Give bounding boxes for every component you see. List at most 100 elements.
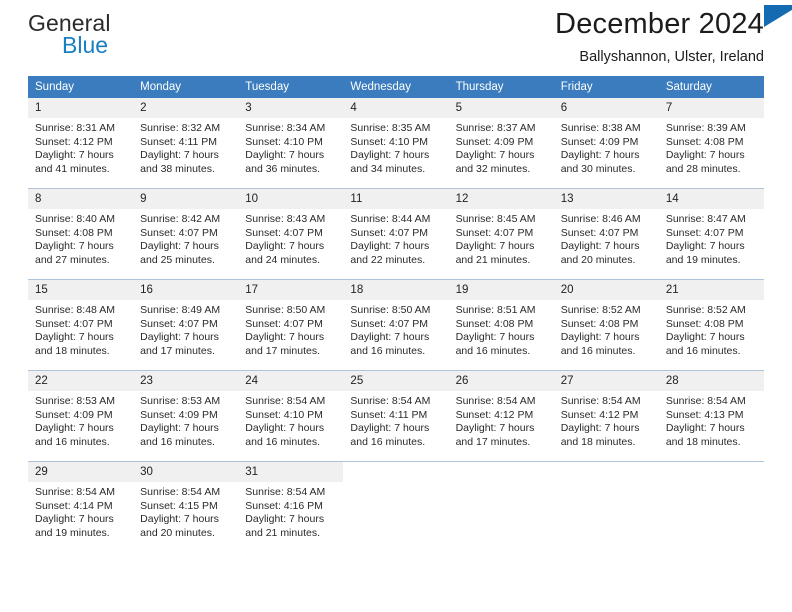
daylight-text-line1: Daylight: 7 hours <box>35 331 114 344</box>
day-details: Sunrise: 8:53 AM Sunset: 4:09 PM Daylight:… <box>133 391 238 449</box>
calendar-day-cell[interactable]: 31 Sunrise: 8:54 AM Sunset: 4:16 PM Dayligh… <box>238 461 344 552</box>
day-number: 22 <box>28 371 134 391</box>
calendar-day-cell[interactable]: 3 Sunrise: 8:34 AM Sunset: 4:10 PM Daylight… <box>238 98 344 189</box>
calendar-day-cell[interactable]: 19 Sunrise: 8:51 AM Sunset: 4:08 PM Dayligh… <box>448 279 554 371</box>
daylight-text-line1: Daylight: 7 hours <box>140 149 219 162</box>
sunset-text: Sunset: 4:12 PM <box>455 408 534 421</box>
day-number: 26 <box>448 371 554 391</box>
calendar-day-cell[interactable]: 13 Sunrise: 8:46 AM Sunset: 4:07 PM Dayligh… <box>553 188 659 280</box>
sunrise-text: Sunrise: 8:35 AM <box>350 122 431 134</box>
day-number: 30 <box>133 462 239 482</box>
day-number: 5 <box>448 98 554 118</box>
daylight-text-line1: Daylight: 7 hours <box>350 422 430 435</box>
day-number: 13 <box>553 189 659 209</box>
weekday-header-friday: Friday <box>553 76 659 98</box>
calendar-day-cell[interactable]: 30 Sunrise: 8:54 AM Sunset: 4:15 PM Dayligh… <box>133 461 239 552</box>
daylight-text-line2: and 34 minutes. <box>350 162 426 175</box>
calendar-day-cell[interactable]: 12 Sunrise: 8:45 AM Sunset: 4:07 PM Dayligh… <box>448 188 554 280</box>
calendar-day-cell[interactable]: 29 Sunrise: 8:54 AM Sunset: 4:14 PM Dayligh… <box>28 461 134 552</box>
calendar-day-cell[interactable]: 2 Sunrise: 8:32 AM Sunset: 4:11 PM Daylight… <box>133 98 239 189</box>
calendar-day-cell[interactable]: 1 Sunrise: 8:31 AM Sunset: 4:12 PM Daylight… <box>28 98 134 189</box>
sunset-text: Sunset: 4:16 PM <box>245 499 323 512</box>
daylight-text-line2: and 20 minutes. <box>140 526 215 539</box>
daylight-text-line2: and 24 minutes. <box>245 253 320 266</box>
day-details: Sunrise: 8:51 AM Sunset: 4:08 PM Daylight:… <box>449 300 554 358</box>
daylight-text-line1: Daylight: 7 hours <box>140 422 219 435</box>
sunset-text: Sunset: 4:08 PM <box>665 317 744 330</box>
daylight-text-line2: and 25 minutes. <box>140 253 215 266</box>
daylight-text-line2: and 16 minutes. <box>35 435 110 448</box>
daylight-text-line1: Daylight: 7 hours <box>665 331 745 344</box>
daylight-text-line2: and 22 minutes. <box>350 253 426 266</box>
sunrise-text: Sunrise: 8:43 AM <box>245 213 326 225</box>
day-details <box>659 482 764 486</box>
calendar-day-cell[interactable]: 5 Sunrise: 8:37 AM Sunset: 4:09 PM Daylight… <box>448 98 554 189</box>
day-number: 1 <box>28 98 134 118</box>
sunrise-text: Sunrise: 8:53 AM <box>35 395 115 407</box>
calendar-day-cell[interactable]: 18 Sunrise: 8:50 AM Sunset: 4:07 PM Dayligh… <box>343 279 449 371</box>
calendar-day-cell[interactable]: 22 Sunrise: 8:53 AM Sunset: 4:09 PM Dayligh… <box>28 370 134 462</box>
calendar-day-cell[interactable]: 21 Sunrise: 8:52 AM Sunset: 4:08 PM Dayligh… <box>658 279 764 371</box>
day-details: Sunrise: 8:52 AM Sunset: 4:08 PM Daylight:… <box>659 300 764 358</box>
calendar-day-cell[interactable]: 4 Sunrise: 8:35 AM Sunset: 4:10 PM Daylight… <box>343 98 449 189</box>
calendar-day-cell[interactable]: 6 Sunrise: 8:38 AM Sunset: 4:09 PM Daylight… <box>553 98 659 189</box>
daylight-text-line1: Daylight: 7 hours <box>665 422 745 435</box>
sunset-text: Sunset: 4:07 PM <box>455 226 534 239</box>
calendar-day-cell[interactable]: 9 Sunrise: 8:42 AM Sunset: 4:07 PM Daylight… <box>133 188 239 280</box>
daylight-text-line1: Daylight: 7 hours <box>665 240 745 253</box>
daylight-text-line1: Daylight: 7 hours <box>140 240 219 253</box>
sunset-text: Sunset: 4:07 PM <box>560 226 639 239</box>
day-details: Sunrise: 8:54 AM Sunset: 4:15 PM Daylight:… <box>133 482 238 540</box>
triangle-icon <box>764 5 792 27</box>
day-details: Sunrise: 8:50 AM Sunset: 4:07 PM Daylight:… <box>238 300 343 358</box>
calendar-day-cell[interactable]: 16 Sunrise: 8:49 AM Sunset: 4:07 PM Dayligh… <box>133 279 239 371</box>
calendar-day-cell[interactable]: 17 Sunrise: 8:50 AM Sunset: 4:07 PM Dayligh… <box>238 279 344 371</box>
calendar-day-cell[interactable]: 14 Sunrise: 8:47 AM Sunset: 4:07 PM Dayligh… <box>658 188 764 280</box>
page-subtitle: Ballyshannon, Ulster, Ireland <box>579 49 764 65</box>
sunset-text: Sunset: 4:07 PM <box>245 226 323 239</box>
daylight-text-line1: Daylight: 7 hours <box>140 331 219 344</box>
daylight-text-line2: and 41 minutes. <box>35 162 110 175</box>
weekday-header-wednesday: Wednesday <box>343 76 449 98</box>
calendar-day-cell[interactable]: 25 Sunrise: 8:54 AM Sunset: 4:11 PM Dayligh… <box>343 370 449 462</box>
sunrise-text: Sunrise: 8:54 AM <box>140 486 221 498</box>
sunrise-text: Sunrise: 8:38 AM <box>560 122 641 134</box>
day-number <box>554 462 659 482</box>
day-number <box>343 462 448 482</box>
calendar-day-cell[interactable]: 7 Sunrise: 8:39 AM Sunset: 4:08 PM Daylight… <box>658 98 764 189</box>
weekday-header-tuesday: Tuesday <box>238 76 344 98</box>
sunset-text: Sunset: 4:07 PM <box>140 226 218 239</box>
calendar-day-cell-empty <box>553 461 659 552</box>
daylight-text-line1: Daylight: 7 hours <box>560 240 640 253</box>
sunrise-text: Sunrise: 8:53 AM <box>140 395 221 407</box>
day-number: 2 <box>133 98 239 118</box>
daylight-text-line2: and 19 minutes. <box>35 526 110 539</box>
daylight-text-line2: and 16 minutes. <box>665 344 741 357</box>
sunrise-text: Sunrise: 8:54 AM <box>245 486 326 498</box>
calendar-day-cell[interactable]: 27 Sunrise: 8:54 AM Sunset: 4:12 PM Dayligh… <box>553 370 659 462</box>
daylight-text-line2: and 16 minutes. <box>455 344 531 357</box>
daylight-text-line2: and 18 minutes. <box>560 435 636 448</box>
sunrise-text: Sunrise: 8:54 AM <box>455 395 536 407</box>
day-number <box>659 462 764 482</box>
calendar-day-cell[interactable]: 10 Sunrise: 8:43 AM Sunset: 4:07 PM Dayligh… <box>238 188 344 280</box>
calendar-day-cell-empty <box>343 461 449 552</box>
calendar-day-cell[interactable]: 26 Sunrise: 8:54 AM Sunset: 4:12 PM Dayligh… <box>448 370 554 462</box>
daylight-text-line1: Daylight: 7 hours <box>245 331 325 344</box>
daylight-text-line2: and 17 minutes. <box>140 344 215 357</box>
sunset-text: Sunset: 4:14 PM <box>35 499 113 512</box>
day-details: Sunrise: 8:54 AM Sunset: 4:16 PM Daylight:… <box>238 482 343 540</box>
day-details: Sunrise: 8:37 AM Sunset: 4:09 PM Daylight:… <box>449 118 554 176</box>
day-details: Sunrise: 8:54 AM Sunset: 4:13 PM Daylight:… <box>659 391 764 449</box>
daylight-text-line2: and 17 minutes. <box>455 435 531 448</box>
logo-text-blue: Blue <box>62 32 109 58</box>
calendar-day-cell[interactable]: 11 Sunrise: 8:44 AM Sunset: 4:07 PM Dayligh… <box>343 188 449 280</box>
calendar-day-cell[interactable]: 8 Sunrise: 8:40 AM Sunset: 4:08 PM Daylight… <box>28 188 134 280</box>
calendar-day-cell[interactable]: 28 Sunrise: 8:54 AM Sunset: 4:13 PM Dayligh… <box>658 370 764 462</box>
calendar-day-cell[interactable]: 20 Sunrise: 8:52 AM Sunset: 4:08 PM Dayligh… <box>553 279 659 371</box>
calendar-day-cell[interactable]: 23 Sunrise: 8:53 AM Sunset: 4:09 PM Dayligh… <box>133 370 239 462</box>
calendar-day-cell[interactable]: 15 Sunrise: 8:48 AM Sunset: 4:07 PM Dayligh… <box>28 279 134 371</box>
sunset-text: Sunset: 4:10 PM <box>245 135 323 148</box>
day-details <box>554 482 659 486</box>
calendar-day-cell[interactable]: 24 Sunrise: 8:54 AM Sunset: 4:10 PM Dayligh… <box>238 370 344 462</box>
